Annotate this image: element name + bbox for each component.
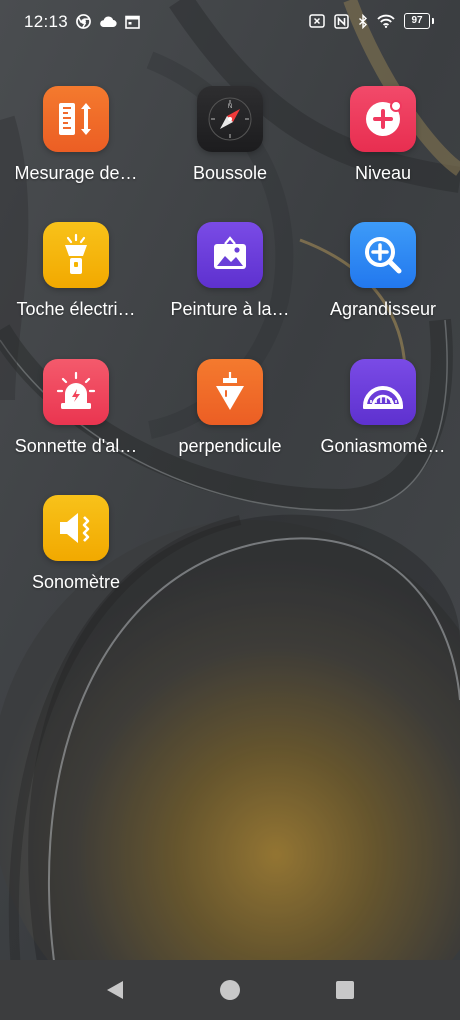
- back-icon[interactable]: [103, 978, 127, 1002]
- level-icon[interactable]: [350, 86, 416, 152]
- flashlight-icon[interactable]: [43, 222, 109, 288]
- magnifier-icon[interactable]: [350, 222, 416, 288]
- protractor-icon[interactable]: [350, 359, 416, 425]
- home-icon[interactable]: [218, 978, 242, 1002]
- sim-icon: [309, 14, 325, 28]
- app-perpendicule[interactable]: perpendicule: [156, 359, 304, 457]
- app-sonnette[interactable]: Sonnette d'al…: [2, 359, 150, 457]
- navigation-bar: [0, 960, 460, 1020]
- app-label: Agrandisseur: [329, 299, 437, 319]
- calendar-icon: [125, 15, 140, 29]
- battery-level: 97: [411, 15, 423, 26]
- app-label: Sonomètre: [31, 572, 121, 592]
- app-goniometre[interactable]: Goniasmomè…: [309, 359, 457, 457]
- app-label: Toche électri…: [16, 299, 136, 319]
- chrome-icon: [76, 14, 91, 29]
- app-agrandisseur[interactable]: Agrandisseur: [309, 222, 457, 320]
- plumb-icon[interactable]: [197, 359, 263, 425]
- svg-text:N: N: [228, 104, 232, 110]
- app-sonometre[interactable]: Sonomètre: [2, 495, 150, 593]
- app-label: Peinture à la…: [170, 299, 290, 319]
- app-label: perpendicule: [178, 436, 282, 456]
- status-time: 12:13: [24, 12, 69, 31]
- cloud-icon: [100, 16, 117, 28]
- app-label: Sonnette d'al…: [14, 436, 138, 456]
- sound-meter-icon[interactable]: [43, 495, 109, 561]
- nfc-icon: [334, 13, 349, 29]
- app-label: Goniasmomè…: [320, 436, 446, 456]
- app-torch[interactable]: Toche électri…: [2, 222, 150, 320]
- app-mesurage[interactable]: Mesurage de…: [2, 86, 150, 184]
- battery-icon: 97: [404, 13, 434, 29]
- app-boussole[interactable]: N Boussole: [156, 86, 304, 184]
- recents-icon[interactable]: [333, 978, 357, 1002]
- bluetooth-icon: [359, 13, 368, 29]
- ruler-icon[interactable]: [43, 86, 109, 152]
- app-peinture[interactable]: Peinture à la…: [156, 222, 304, 320]
- app-label: Boussole: [192, 163, 268, 183]
- compass-icon[interactable]: N: [197, 86, 263, 152]
- alarm-icon[interactable]: [43, 359, 109, 425]
- app-niveau[interactable]: Niveau: [309, 86, 457, 184]
- painting-icon[interactable]: [197, 222, 263, 288]
- app-label: Mesurage de…: [14, 163, 138, 183]
- wifi-icon: [377, 14, 395, 28]
- status-bar: 12:13 97: [0, 0, 460, 44]
- app-label: Niveau: [354, 163, 412, 183]
